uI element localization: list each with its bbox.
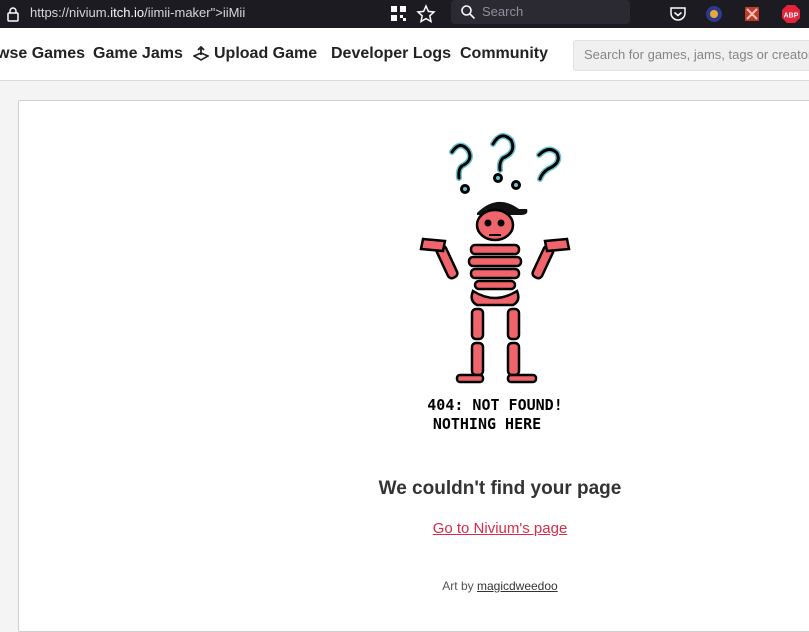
nav-community[interactable]: Community bbox=[460, 45, 548, 63]
page-heading: We couldn't find your page bbox=[378, 478, 622, 499]
nav-game-jams[interactable]: Game Jams bbox=[93, 45, 183, 63]
art-credit: Art by magicdweedoo bbox=[330, 579, 670, 593]
credit-author-link[interactable]: magicdweedoo bbox=[477, 579, 558, 593]
lock-icon bbox=[7, 7, 19, 22]
extension-icon[interactable] bbox=[704, 4, 724, 24]
adblock-plus-icon[interactable]: ABP bbox=[781, 4, 801, 24]
url-bar[interactable]: https://nivium.itch.io/iimii-maker">iiMi… bbox=[0, 0, 440, 28]
mail-extension-icon[interactable] bbox=[742, 4, 762, 24]
bookmark-star-icon[interactable] bbox=[416, 4, 436, 24]
nav-browse-games[interactable]: wse Games bbox=[0, 45, 85, 63]
credit-prefix: Art by bbox=[442, 579, 474, 593]
upload-icon bbox=[193, 46, 209, 61]
qr-code-icon[interactable] bbox=[389, 4, 409, 24]
site-nav: wse Games Game Jams Upload Game Develope… bbox=[0, 28, 809, 81]
url-text: https://nivium.itch.io/iimii-maker">iiMi… bbox=[30, 5, 246, 20]
browser-search-box[interactable]: Search bbox=[451, 0, 630, 24]
go-to-profile-link[interactable]: Go to Nivium's page bbox=[330, 520, 670, 537]
browser-toolbar: https://nivium.itch.io/iimii-maker">iiMi… bbox=[0, 0, 809, 28]
site-search-input[interactable]: Search for games, jams, tags or creators bbox=[573, 40, 809, 71]
skeleton-404-illustration: 404: NOT FOUND! NOTHING HERE bbox=[419, 132, 571, 433]
pocket-icon[interactable] bbox=[668, 4, 688, 24]
art-caption-line2: NOTHING HERE bbox=[433, 415, 541, 433]
upload-game-label: Upload Game bbox=[214, 45, 318, 62]
svg-text:ABP: ABP bbox=[784, 13, 799, 20]
site-search-placeholder: Search for games, jams, tags or creators bbox=[584, 47, 809, 62]
art-caption-line1: 404: NOT FOUND! bbox=[427, 396, 562, 414]
nav-developer-logs[interactable]: Developer Logs bbox=[331, 45, 451, 63]
nav-upload-game[interactable]: Upload Game bbox=[193, 45, 317, 63]
search-icon bbox=[461, 5, 476, 20]
